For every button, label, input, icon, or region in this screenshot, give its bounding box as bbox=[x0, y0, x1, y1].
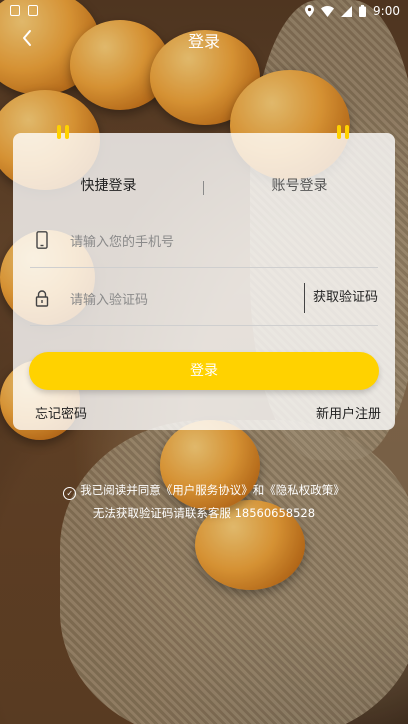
agreement-checkbox[interactable]: ✓ bbox=[63, 487, 77, 500]
user-agreement-link[interactable]: 《用户服务协议》 bbox=[161, 483, 253, 497]
contact-support-text: 无法获取验证码请联系客服 18560658528 bbox=[92, 506, 316, 520]
battery-icon bbox=[359, 5, 367, 17]
page-title: 登录 bbox=[187, 32, 220, 51]
status-time: 9:00 bbox=[373, 4, 400, 18]
privacy-policy-link[interactable]: 《隐私权政策》 bbox=[264, 483, 345, 497]
agreement-prefix: 我已阅读并同意 bbox=[80, 483, 161, 497]
clip-decoration bbox=[57, 125, 71, 139]
phone-row bbox=[30, 215, 378, 268]
signal-icon bbox=[341, 5, 353, 17]
agreement-and: 和 bbox=[252, 483, 265, 497]
login-button[interactable]: 登录 bbox=[29, 352, 379, 390]
login-tabs: 快捷登录 账号登录 bbox=[13, 175, 395, 201]
notification-icon bbox=[28, 5, 38, 16]
clip-decoration bbox=[337, 125, 351, 139]
wifi-icon bbox=[321, 5, 335, 17]
header: 登录 bbox=[0, 24, 408, 54]
get-code-button[interactable]: 获取验证码 bbox=[303, 283, 378, 313]
verification-code-input[interactable] bbox=[68, 287, 292, 313]
phone-input[interactable] bbox=[68, 229, 292, 255]
tab-account-login[interactable]: 账号登录 bbox=[204, 175, 395, 195]
login-card: 快捷登录 账号登录 获取验证码 登录 忘记密码 新用户注册 bbox=[13, 125, 395, 430]
code-row: 获取验证码 bbox=[30, 273, 378, 326]
register-link[interactable]: 新用户注册 bbox=[316, 403, 381, 422]
lock-icon bbox=[35, 290, 49, 307]
notification-icon bbox=[10, 5, 20, 16]
status-bar: 9:00 bbox=[0, 0, 408, 24]
agreement-line: ✓ 我已阅读并同意《用户服务协议》和《隐私权政策》 bbox=[0, 482, 408, 500]
location-icon bbox=[305, 5, 315, 17]
tab-quick-login[interactable]: 快捷登录 bbox=[13, 175, 204, 195]
forgot-password-link[interactable]: 忘记密码 bbox=[35, 403, 87, 422]
phone-icon bbox=[36, 231, 48, 249]
